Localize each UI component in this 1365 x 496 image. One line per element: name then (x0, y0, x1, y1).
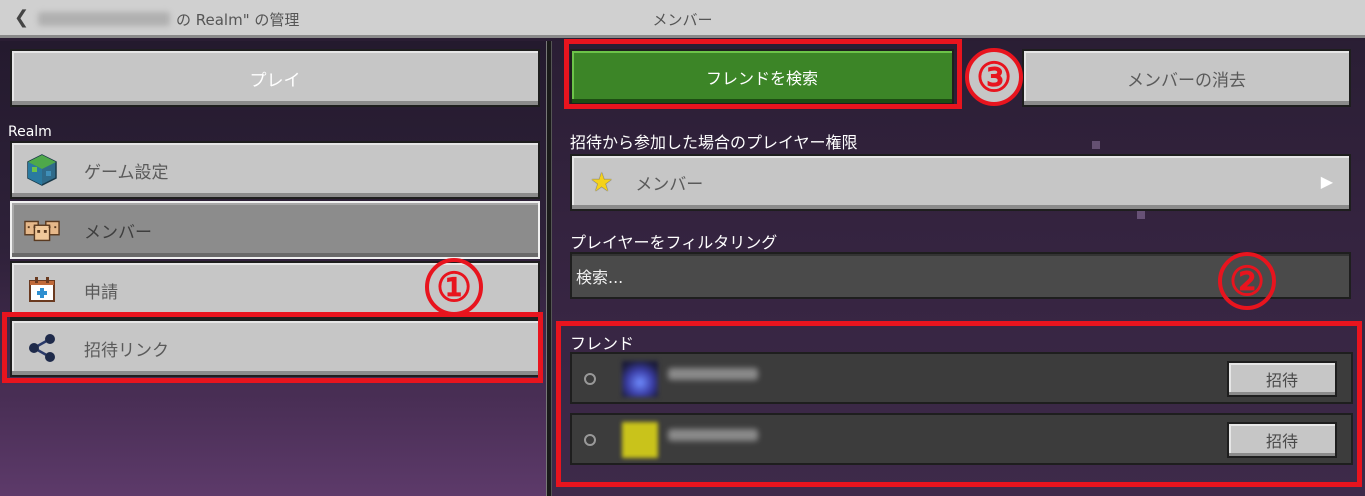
avatar (622, 422, 658, 458)
section-title-wrap: メンバー (0, 9, 1365, 30)
friend-row: 招待 (570, 413, 1353, 465)
chevron-right-icon: ▶ (1320, 172, 1333, 191)
globe-icon (24, 152, 60, 188)
clear-members-button[interactable]: メンバーの消去 (1022, 49, 1351, 107)
title-bar: ❮ の Realm" の管理 メンバー (0, 0, 1365, 38)
step-number-2: ② (1218, 252, 1276, 310)
share-link-icon (24, 330, 60, 366)
find-friends-button[interactable]: フレンドを検索 (570, 49, 954, 105)
invite-button[interactable]: 招待 (1227, 422, 1337, 458)
invite-button[interactable]: 招待 (1227, 361, 1337, 397)
step-number-1: ① (425, 258, 483, 316)
menu-item-invite-link[interactable]: 招待リンク (10, 319, 540, 377)
gamertag-redacted (668, 368, 758, 380)
step-number-3: ③ (965, 48, 1023, 106)
section-title: メンバー (652, 11, 713, 29)
permission-label: 招待から参加した場合のプレイヤー権限 (570, 133, 858, 152)
permission-value: メンバー (635, 175, 704, 195)
play-button[interactable]: プレイ (10, 49, 540, 107)
members-icon (24, 212, 60, 248)
radio-button[interactable] (584, 373, 596, 385)
menu-item-game-settings[interactable]: ゲーム設定 (10, 141, 540, 199)
star-icon: ★ (590, 167, 614, 198)
menu-item-members[interactable]: メンバー (10, 201, 540, 259)
menu-item-label: 申請 (84, 282, 118, 303)
menu-item-label: メンバー (84, 222, 152, 243)
friend-row: 招待 (570, 352, 1353, 404)
permission-dropdown[interactable]: ★ メンバー ▶ (570, 154, 1351, 211)
realm-section-label: Realm (8, 124, 52, 140)
gamertag-redacted (668, 429, 758, 441)
avatar (622, 361, 658, 397)
request-icon (24, 272, 60, 308)
sparkle (1092, 141, 1100, 149)
menu-item-label: 招待リンク (84, 340, 169, 361)
filter-label: プレイヤーをフィルタリング (570, 233, 778, 252)
friends-label: フレンド (570, 334, 635, 353)
sparkle (1137, 211, 1145, 219)
radio-button[interactable] (584, 434, 596, 446)
menu-item-label: ゲーム設定 (84, 162, 169, 183)
